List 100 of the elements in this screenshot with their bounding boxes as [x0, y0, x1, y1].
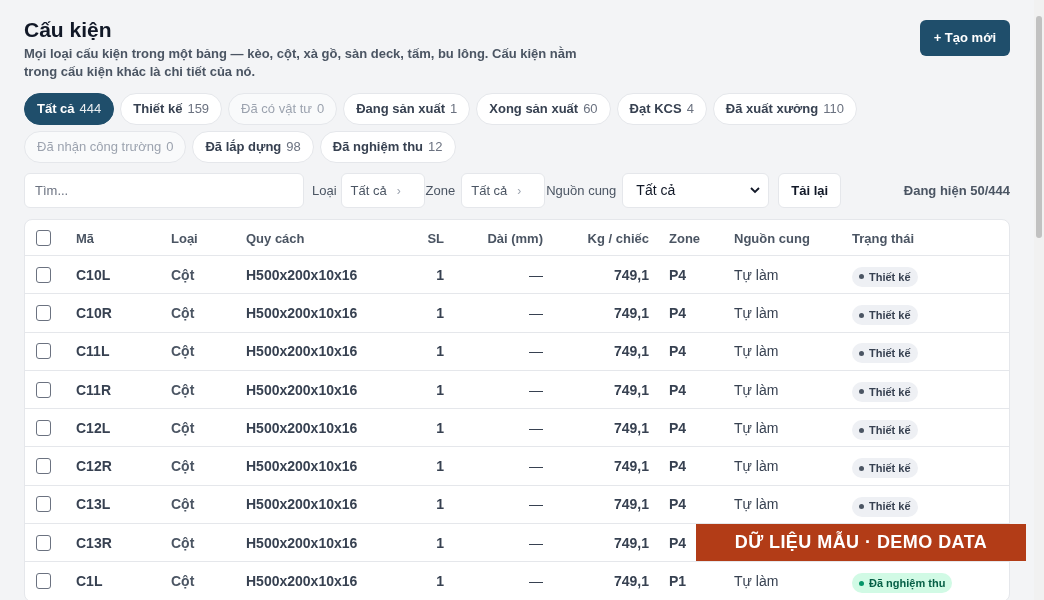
table-cell: Tự làm: [734, 496, 779, 513]
chevron-down-icon: [750, 187, 761, 194]
table-cell: 1: [436, 266, 444, 283]
column-header: Zone: [669, 230, 701, 246]
checkbox[interactable]: [36, 304, 51, 321]
checkbox[interactable]: [36, 419, 51, 436]
table-cell: 749,1: [613, 458, 649, 475]
table-cell: 1: [436, 573, 444, 589]
table-cell: Tự làm: [734, 573, 779, 589]
status-badge: Thiết kế: [852, 420, 918, 441]
table-cell: H500x200x10x16: [246, 304, 358, 321]
zone-filter[interactable]: Tất cả ›: [461, 173, 546, 208]
table-cell: Tự làm: [734, 304, 779, 321]
table-cell: Cột: [171, 573, 195, 589]
table-cell: 749,1: [613, 304, 649, 321]
table-cell: P4: [669, 381, 687, 398]
table-cell: P4: [669, 266, 687, 283]
page-title: Cấu kiện: [24, 17, 113, 43]
table-cell: 749,1: [613, 496, 649, 513]
table-cell: 1: [436, 419, 444, 436]
status-badge: Thiết kế: [852, 266, 918, 287]
table-cell: H500x200x10x16: [246, 458, 358, 475]
checkbox[interactable]: [36, 266, 51, 283]
code-cell: C11L: [76, 343, 110, 360]
code-cell: C11R: [76, 381, 112, 398]
status-filter-chip[interactable]: Đã nghiệm thu 12: [319, 131, 456, 163]
table-cell: Tự làm: [734, 458, 779, 475]
table-cell: 749,1: [613, 573, 649, 589]
filter-label: Loại: [312, 181, 337, 200]
search-field[interactable]: Tìm...: [24, 173, 304, 208]
demo-data-banner: DỮ LIỆU MẪU · DEMO DATA: [696, 524, 1026, 561]
table-cell: 749,1: [613, 534, 649, 551]
table-cell: 1: [436, 496, 444, 513]
table-cell: 749,1: [613, 419, 649, 436]
status-filter-chip[interactable]: Đạt KCS 4: [616, 93, 707, 125]
column-header: Nguồn cung: [734, 230, 810, 246]
status-badge: Thiết kế: [852, 305, 918, 326]
checkbox[interactable]: [36, 534, 51, 551]
filter-label: Zone: [425, 181, 456, 200]
column-header: Kg / chiếc: [587, 230, 649, 246]
code-cell: C10L: [76, 266, 111, 283]
column-header: Trạng thái: [852, 230, 915, 246]
checkbox[interactable]: [36, 458, 51, 475]
checkbox[interactable]: [36, 381, 51, 398]
checkbox[interactable]: [36, 229, 51, 246]
table-cell: —: [529, 381, 543, 398]
table-cell: 749,1: [613, 266, 649, 283]
checkbox[interactable]: [36, 496, 51, 513]
column-header: SL: [427, 230, 444, 246]
reload-button[interactable]: Tải lại: [778, 173, 842, 208]
column-header: Loại: [171, 230, 198, 246]
status-filter-chip[interactable]: Xong sản xuất 60: [476, 93, 611, 125]
table-cell: 1: [436, 534, 444, 551]
checkbox[interactable]: [36, 343, 51, 360]
table-cell: —: [529, 343, 543, 360]
status-filter-chip[interactable]: Đã lắp dựng 98: [192, 131, 314, 163]
table-cell: Cột: [171, 381, 195, 398]
table-cell: Cột: [171, 496, 195, 513]
status-filter-chip[interactable]: Đang sản xuất 1: [343, 93, 471, 125]
table-cell: 1: [436, 304, 444, 321]
table-cell: H500x200x10x16: [246, 573, 358, 589]
status-filter-chip[interactable]: Đã xuất xưởng 110: [712, 93, 857, 125]
status-badge: Thiết kế: [852, 381, 918, 402]
table-cell: Tự làm: [734, 381, 779, 398]
create-button[interactable]: + Tạo mới: [919, 20, 1010, 56]
table-cell: P4: [669, 534, 687, 551]
status-filter-chip[interactable]: Thiết kế 159: [120, 93, 223, 125]
table-cell: 1: [436, 343, 444, 360]
table-cell: —: [529, 304, 543, 321]
table-cell: P1: [669, 573, 687, 589]
column-header: Quy cách: [246, 230, 305, 246]
type-filter[interactable]: Tất cả ›: [340, 173, 425, 208]
table-cell: —: [529, 496, 543, 513]
table-cell: H500x200x10x16: [246, 419, 358, 436]
table-cell: P4: [669, 458, 687, 475]
source-select[interactable]: Tất cả: [622, 173, 770, 208]
table-cell: Cột: [171, 343, 195, 360]
table-cell: Tự làm: [734, 266, 779, 283]
table-cell: —: [529, 419, 543, 436]
checkbox[interactable]: [36, 573, 51, 589]
table-cell: —: [529, 573, 543, 589]
showing-count: Đang hiện 50/444: [903, 181, 1010, 200]
table-cell: H500x200x10x16: [246, 534, 358, 551]
code-cell: C1L: [76, 573, 103, 589]
table-cell: 1: [436, 381, 444, 398]
code-cell: C12L: [76, 419, 111, 436]
table-cell: Cột: [171, 534, 195, 551]
table-cell: Tự làm: [734, 419, 779, 436]
status-filter-chip[interactable]: Tất cả 444: [24, 93, 115, 125]
code-cell: C13L: [76, 496, 111, 513]
table-cell: 1: [436, 458, 444, 475]
table-cell: Tự làm: [734, 343, 779, 360]
table-cell: Cột: [171, 304, 195, 321]
status-badge: Thiết kế: [852, 496, 918, 517]
table-cell: P4: [669, 304, 687, 321]
table-cell: Cột: [171, 458, 195, 475]
page-description: Mọi loại cấu kiện trong một bảng — kèo, cột, xà gồ, sàn deck, tấm, bu lông. Cấu kiện nằm trong cấu kiện khác là chi tiết của nó.: [24, 45, 578, 81]
status-badge: Thiết kế: [852, 343, 918, 364]
filter-label: Nguồn cung: [546, 181, 617, 200]
code-cell: C12R: [76, 458, 112, 475]
